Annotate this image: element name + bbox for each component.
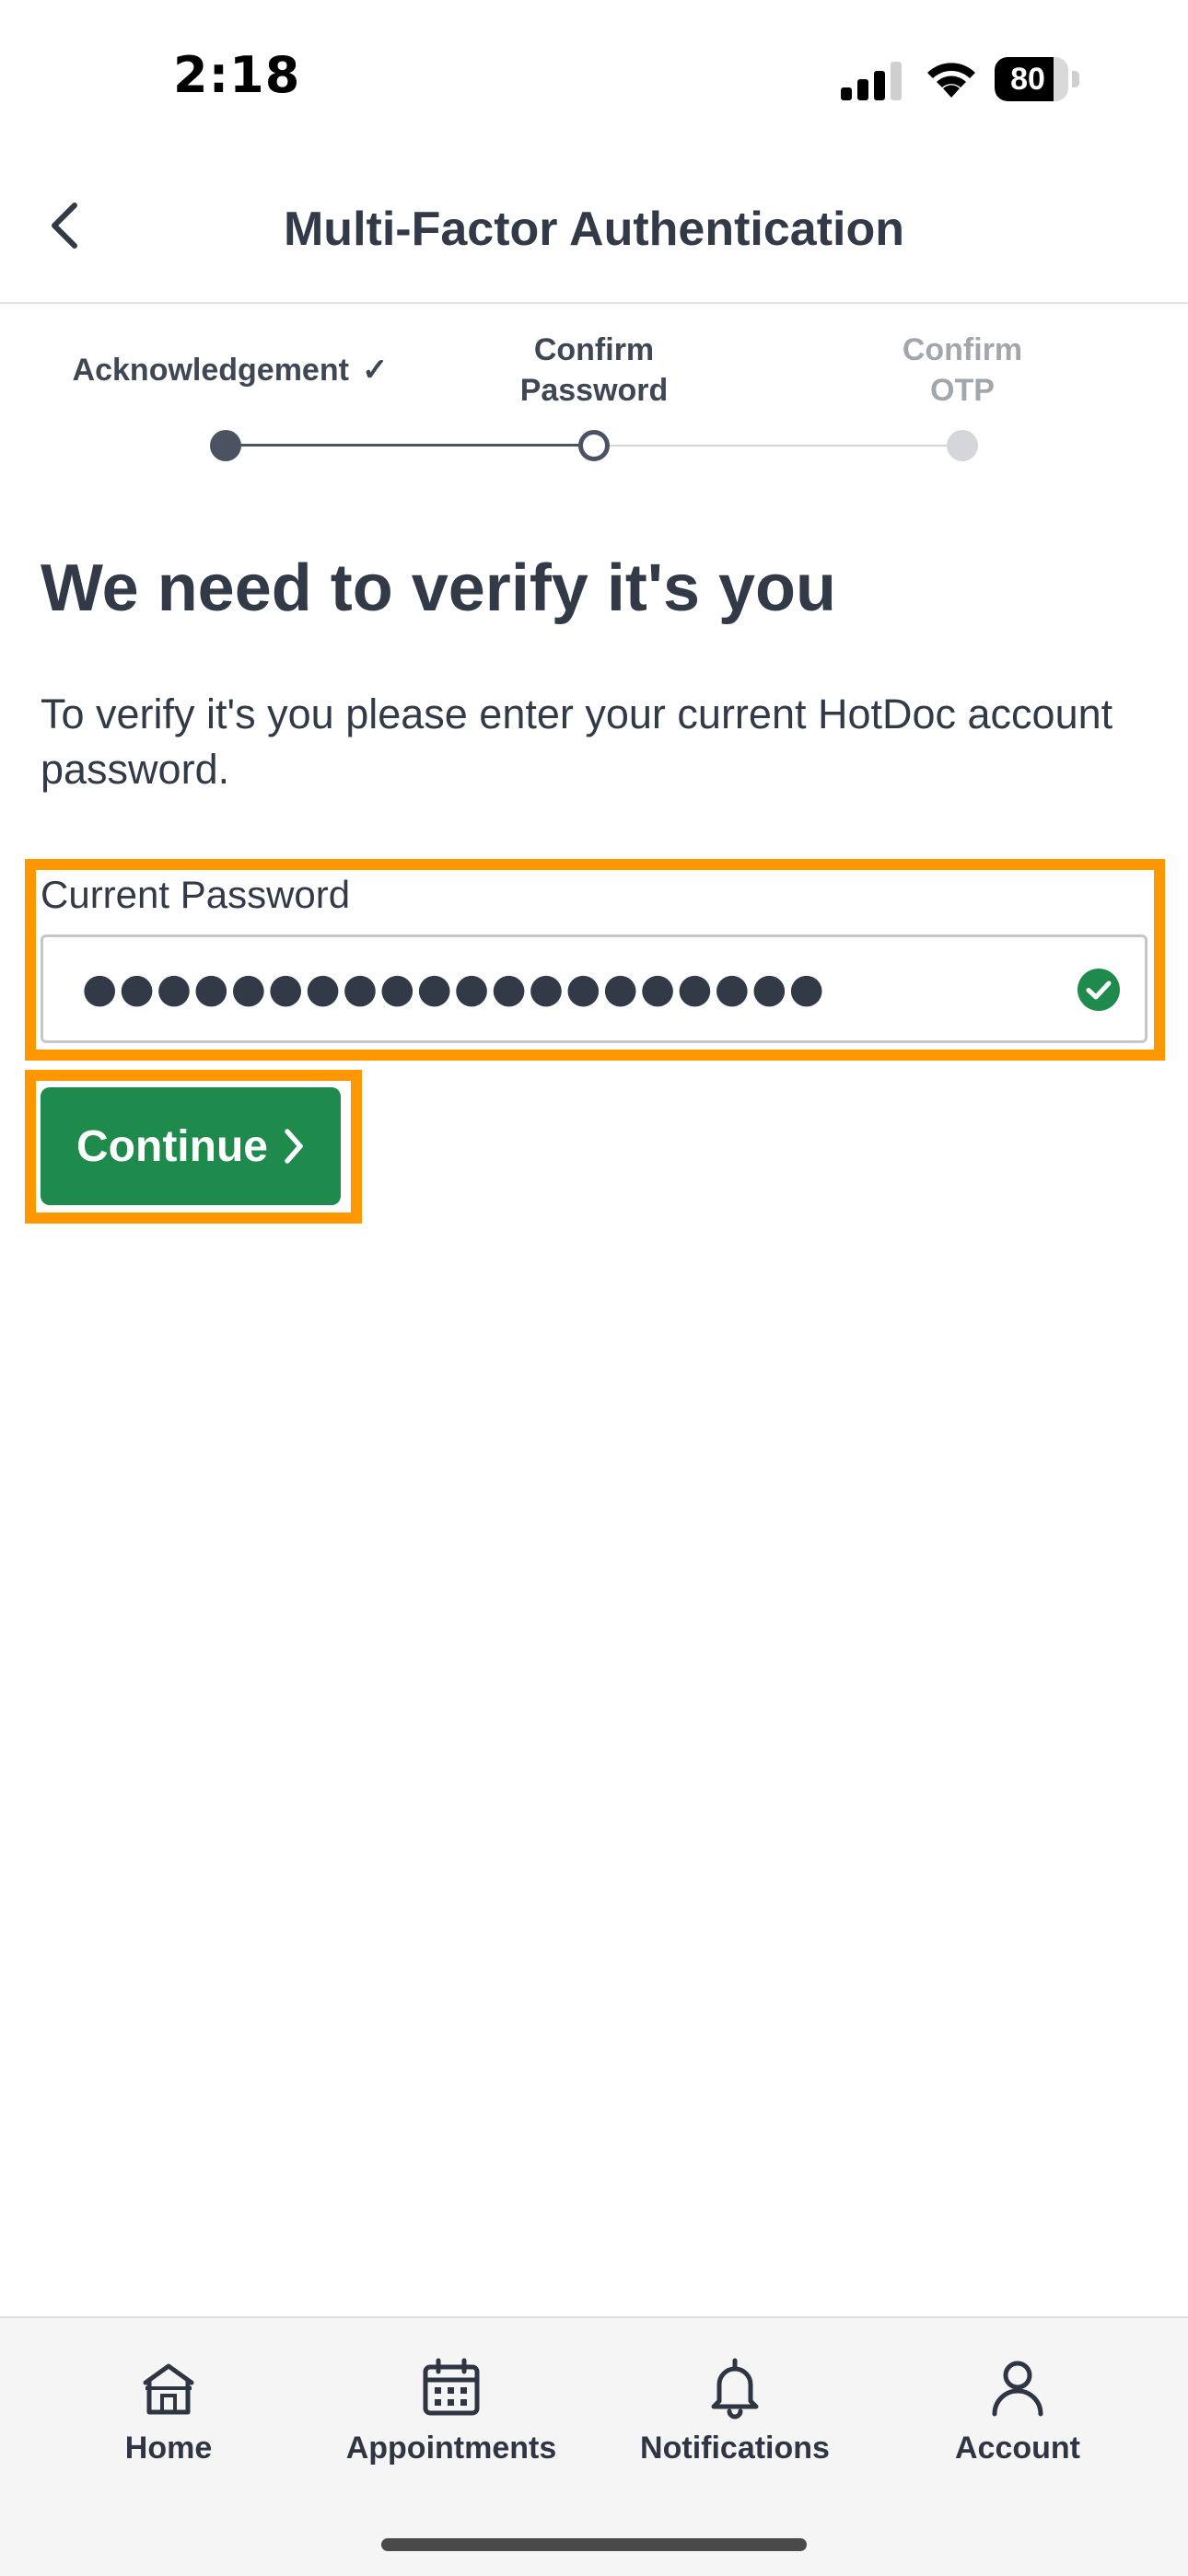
chevron-right-icon <box>285 1129 303 1164</box>
back-button[interactable] <box>33 193 98 258</box>
home-icon <box>143 2363 194 2415</box>
step-connector-complete <box>225 444 593 447</box>
password-field-label: Current Password <box>41 873 351 916</box>
battery-percent: 80 <box>1010 62 1045 97</box>
step-label-line1: Confirm <box>533 332 655 367</box>
page-title: Multi-Factor Authentication <box>283 203 905 256</box>
tab-label: Account <box>955 2431 1080 2466</box>
progress-stepper: Acknowledgement ✓ Confirm Password Confir… <box>0 304 1188 488</box>
step-label-line2: OTP <box>930 373 995 408</box>
checkmark-icon: ✓ <box>361 353 389 388</box>
status-time: 2:18 <box>173 46 301 104</box>
step-label-line2: Password <box>519 373 669 408</box>
tab-appointments[interactable]: Appointments <box>313 2355 589 2484</box>
section-heading: We need to verify it's you <box>41 551 836 625</box>
step-dot-current <box>578 430 610 461</box>
continue-button-label: Continue <box>76 1121 268 1171</box>
home-indicator <box>381 2538 807 2551</box>
step-confirm-password: Confirm Password <box>442 330 746 411</box>
step-connector-upcoming <box>593 445 961 447</box>
wifi-icon <box>927 63 975 98</box>
battery-icon: 80 <box>995 57 1083 101</box>
tab-notifications[interactable]: Notifications <box>597 2355 873 2484</box>
signal-icon <box>841 62 902 100</box>
step-dot-upcoming <box>947 430 978 461</box>
step-acknowledgement: Acknowledgement ✓ <box>37 350 424 390</box>
password-masked-value: ●●●●●●●●●●●●●●●●●●●● <box>82 965 826 1012</box>
tab-label: Appointments <box>345 2431 557 2466</box>
tab-account[interactable]: Account <box>879 2355 1156 2484</box>
step-label-line1: Confirm <box>902 332 1023 367</box>
bottom-tab-bar: Home Appointments Notifications Account <box>0 2316 1188 2576</box>
chevron-left-icon <box>52 203 77 249</box>
bell-icon <box>711 2358 759 2419</box>
step-dot-complete <box>210 430 241 461</box>
current-password-input[interactable]: ●●●●●●●●●●●●●●●●●●●● <box>41 934 1147 1043</box>
calendar-icon <box>423 2358 480 2416</box>
step-confirm-otp: Confirm OTP <box>815 330 1110 411</box>
status-bar: 2:18 80 <box>0 0 1188 157</box>
step-label: Acknowledgement <box>72 353 349 388</box>
instruction-text: To verify it's you please enter your cur… <box>41 690 1113 793</box>
tab-home[interactable]: Home <box>30 2355 307 2484</box>
tab-label: Notifications <box>640 2431 830 2466</box>
person-icon <box>992 2361 1043 2417</box>
check-circle-icon <box>1077 969 1120 1011</box>
continue-button[interactable]: Continue <box>41 1087 341 1205</box>
tab-label: Home <box>124 2431 213 2466</box>
nav-header: Multi-Factor Authentication <box>0 157 1188 304</box>
